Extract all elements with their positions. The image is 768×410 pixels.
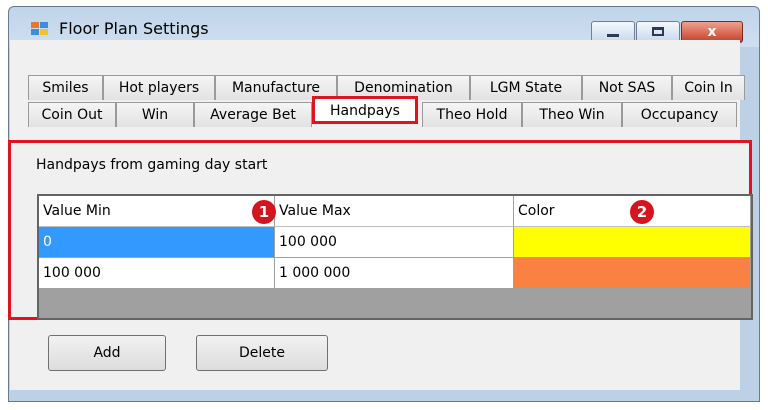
cell-value-min[interactable]: 0	[39, 227, 275, 258]
column-header-value-max[interactable]: Value Max	[275, 196, 514, 227]
panel-description: Handpays from gaming day start	[36, 157, 268, 173]
tab-handpays[interactable]: Handpays	[312, 96, 418, 124]
tab-theo-win[interactable]: Theo Win	[522, 102, 622, 127]
tab-smiles[interactable]: Smiles	[28, 75, 103, 100]
maximize-icon	[652, 27, 664, 36]
tab-average-bet[interactable]: Average Bet	[194, 102, 312, 127]
annotation-badge-2: 2	[630, 200, 654, 224]
window-title: Floor Plan Settings	[59, 19, 209, 38]
tab-occupancy[interactable]: Occupancy	[622, 102, 737, 127]
annotation-badge-1: 1	[252, 200, 276, 224]
tab-win[interactable]: Win	[116, 102, 194, 127]
minimize-icon	[607, 34, 619, 37]
tab-not-sas[interactable]: Not SAS	[582, 75, 672, 100]
cell-value-max[interactable]: 1 000 000	[275, 258, 514, 289]
app-icon	[31, 22, 49, 36]
delete-button[interactable]: Delete	[196, 335, 328, 371]
tab-hot-players[interactable]: Hot players	[103, 75, 215, 100]
tab-coin-out[interactable]: Coin Out	[28, 102, 116, 127]
tab-coin-in[interactable]: Coin In	[672, 75, 745, 100]
column-header-value-min[interactable]: Value Min	[39, 196, 275, 227]
tab-theo-hold[interactable]: Theo Hold	[422, 102, 522, 127]
close-icon: x	[707, 24, 717, 40]
cell-value-max[interactable]: 100 000	[275, 227, 514, 258]
tab-lgm-state[interactable]: LGM State	[470, 75, 582, 100]
cell-color-swatch[interactable]	[514, 227, 751, 258]
cell-color-swatch[interactable]	[514, 258, 751, 289]
add-button[interactable]: Add	[48, 335, 166, 371]
cell-value-min[interactable]: 100 000	[39, 258, 275, 289]
